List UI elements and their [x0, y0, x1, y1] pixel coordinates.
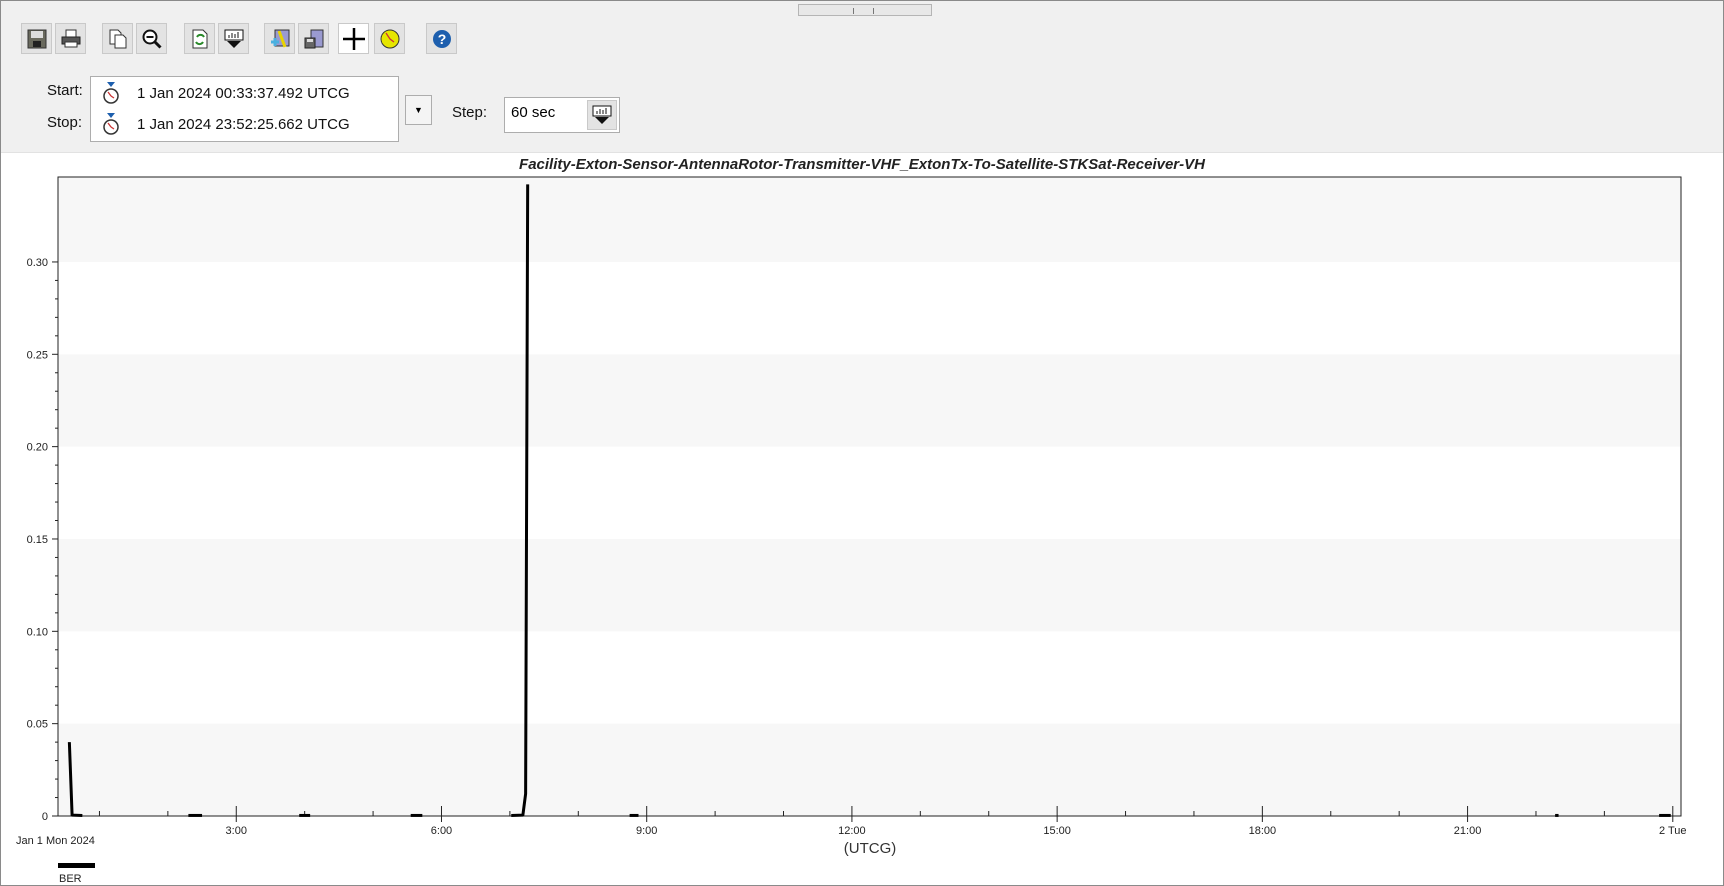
step-options-button[interactable] — [587, 100, 617, 130]
panel-splitter[interactable] — [798, 4, 932, 16]
report-options-button[interactable] — [218, 23, 249, 54]
x-tick-label: 15:00 — [1043, 825, 1071, 837]
y-tick-label: 0.20 — [27, 442, 48, 454]
x-tick-label: 18:00 — [1249, 825, 1277, 837]
time-period-box[interactable]: 1 Jan 2024 00:33:37.492 UTCG 1 Jan 2024 … — [90, 76, 399, 142]
clock-button[interactable] — [374, 23, 405, 54]
save-button[interactable] — [21, 23, 52, 54]
chart: Facility-Exton-Sensor-AntennaRotor-Trans… — [16, 156, 1687, 885]
grid-band — [58, 354, 1681, 447]
zoom-out-button[interactable] — [136, 23, 167, 54]
add-data-button[interactable] — [264, 23, 295, 54]
x-tick-label: 6:00 — [431, 825, 452, 837]
legend-label-ber: BER — [59, 873, 82, 885]
y-tick-label: 0.10 — [27, 626, 48, 638]
date-label: Jan 1 Mon 2024 — [16, 835, 95, 847]
x-axis-label: (UTCG) — [844, 840, 897, 857]
chevron-down-icon: ▼ — [414, 105, 423, 115]
step-value[interactable]: 60 sec — [511, 104, 555, 121]
crosshair-button[interactable] — [338, 23, 369, 54]
x-tick-label: 21:00 — [1454, 825, 1482, 837]
clock-icon — [380, 29, 399, 48]
save-style-button[interactable] — [298, 23, 329, 54]
x-tick-label: 2 Tue — [1659, 825, 1687, 837]
help-icon: ? — [432, 29, 451, 48]
toolbar-panel: ? Start: Stop: 1 Jan 2024 00:33:37.492 U… — [1, 1, 1723, 153]
grid-band — [58, 538, 1681, 632]
stop-time-value[interactable]: 1 Jan 2024 23:52:25.662 UTCG — [137, 116, 350, 133]
start-time-value[interactable]: 1 Jan 2024 00:33:37.492 UTCG — [137, 85, 350, 102]
add-data-icon — [270, 29, 289, 48]
y-tick-label: 0 — [42, 811, 48, 823]
copy-button[interactable] — [102, 23, 133, 54]
y-tick-label: 0.05 — [27, 719, 48, 731]
print-button[interactable] — [55, 23, 86, 54]
stopwatch-icon — [103, 113, 119, 135]
zoom-out-icon — [142, 29, 162, 49]
legend-swatch-ber — [58, 863, 95, 868]
save-style-icon — [304, 29, 323, 48]
report-options-icon — [224, 29, 243, 48]
y-tick-label: 0.25 — [27, 349, 48, 361]
x-tick-label: 9:00 — [636, 825, 657, 837]
copy-icon — [109, 29, 126, 48]
stop-label: Stop: — [47, 114, 83, 131]
crosshair-icon — [342, 27, 365, 50]
help-button[interactable]: ? — [426, 23, 457, 54]
grid-band — [58, 177, 1681, 262]
print-icon — [61, 29, 80, 47]
save-icon — [27, 29, 46, 48]
x-tick-label: 12:00 — [838, 825, 866, 837]
plot-frame — [57, 176, 1682, 817]
start-label: Start: — [47, 82, 83, 99]
refresh-icon — [192, 29, 207, 48]
grid-band — [58, 723, 1681, 816]
x-tick-label: 3:00 — [226, 825, 247, 837]
time-dropdown-button[interactable]: ▼ — [405, 95, 432, 125]
svg-text:?: ? — [437, 31, 446, 47]
report-options-icon — [592, 105, 612, 124]
y-tick-label: 0.15 — [27, 534, 48, 546]
chart-title: Facility-Exton-Sensor-AntennaRotor-Trans… — [519, 156, 1206, 173]
y-tick-label: 0.30 — [27, 257, 48, 269]
refresh-button[interactable] — [184, 23, 215, 54]
step-label: Step: — [452, 104, 488, 121]
series-line-ber — [511, 184, 530, 817]
step-field[interactable]: 60 sec — [504, 97, 620, 133]
stopwatch-icon — [103, 82, 119, 104]
